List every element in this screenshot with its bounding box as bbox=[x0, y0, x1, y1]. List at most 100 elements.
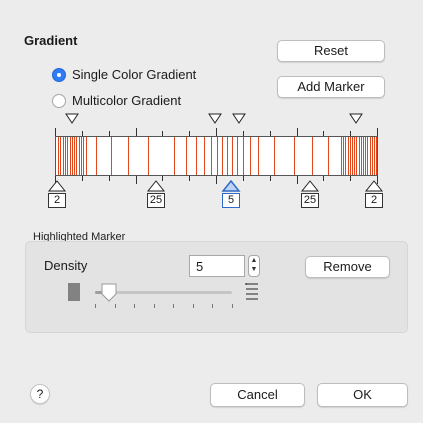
top-marker-icon[interactable] bbox=[65, 113, 79, 124]
cancel-button[interactable]: Cancel bbox=[210, 383, 305, 407]
ruler-tick bbox=[136, 176, 137, 184]
marker-triangle-icon bbox=[47, 180, 67, 192]
gradient-stripe bbox=[341, 137, 342, 175]
gradient-stripe bbox=[360, 137, 362, 175]
gradient-stripe bbox=[347, 137, 349, 175]
help-button[interactable]: ? bbox=[30, 384, 50, 404]
density-marker-selected[interactable]: 5 bbox=[221, 180, 241, 208]
gradient-stripe bbox=[250, 137, 251, 175]
gradient-stripe bbox=[374, 137, 375, 175]
slider-tick bbox=[232, 304, 233, 308]
slider-tick bbox=[134, 304, 135, 308]
remove-button[interactable]: Remove bbox=[305, 256, 390, 278]
marker-density-value: 25 bbox=[301, 193, 319, 208]
gradient-stripe bbox=[85, 137, 87, 175]
gradient-stripe bbox=[232, 137, 233, 175]
gradient-stripe bbox=[128, 137, 129, 175]
gradient-stripe bbox=[60, 137, 62, 175]
reset-button[interactable]: Reset bbox=[277, 40, 385, 62]
density-marker[interactable]: 2 bbox=[364, 180, 384, 208]
gradient-stripe bbox=[376, 137, 377, 175]
gradient-stripe bbox=[358, 137, 360, 175]
gradient-stripe bbox=[67, 137, 69, 175]
add-marker-button[interactable]: Add Marker bbox=[277, 76, 385, 98]
ruler-tick bbox=[297, 176, 298, 184]
marker-triangle-icon bbox=[364, 180, 384, 192]
gradient-stripe bbox=[174, 137, 175, 175]
top-ruler bbox=[55, 126, 378, 136]
gradient-stripe bbox=[69, 137, 71, 175]
ruler-tick bbox=[136, 128, 137, 136]
gradient-stripe bbox=[312, 137, 313, 175]
ruler-tick bbox=[216, 176, 217, 184]
ruler-tick bbox=[323, 176, 324, 181]
multicolor-gradient-option[interactable]: Multicolor Gradient bbox=[52, 93, 181, 108]
density-marker[interactable]: 25 bbox=[146, 180, 166, 208]
gradient-stripe bbox=[78, 137, 80, 175]
gradient-stripe bbox=[363, 137, 364, 175]
top-marker-icon[interactable] bbox=[208, 113, 222, 124]
gradient-stripe bbox=[371, 137, 373, 175]
gradient-stripe bbox=[369, 137, 371, 175]
density-field[interactable]: 5 bbox=[189, 255, 245, 277]
top-marker-icon[interactable] bbox=[349, 113, 363, 124]
density-stepper[interactable]: ▲ ▼ bbox=[248, 255, 260, 277]
marker-density-value: 2 bbox=[48, 193, 66, 208]
multicolor-gradient-label: Multicolor Gradient bbox=[72, 93, 182, 108]
gradient-stripe bbox=[74, 137, 76, 175]
density-slider-thumb[interactable] bbox=[100, 283, 118, 303]
sparse-lines-icon bbox=[245, 283, 258, 300]
bottom-ruler bbox=[55, 176, 378, 186]
top-marker-icon[interactable] bbox=[232, 113, 246, 124]
gradient-stripe bbox=[352, 137, 353, 175]
gradient-title: Gradient bbox=[24, 33, 78, 48]
density-marker[interactable]: 2 bbox=[47, 180, 67, 208]
slider-tick bbox=[95, 304, 96, 308]
slider-tick bbox=[193, 304, 194, 308]
gradient-stripe bbox=[211, 137, 212, 175]
gradient-stripe bbox=[274, 137, 275, 175]
gradient-stripe bbox=[64, 137, 66, 175]
gradient-stripe bbox=[227, 137, 228, 175]
ruler-tick bbox=[377, 128, 378, 136]
gradient-stripe bbox=[343, 137, 345, 175]
gradient-stripe bbox=[217, 137, 218, 175]
radio-unselected-icon bbox=[52, 93, 66, 108]
marker-density-value: 25 bbox=[147, 193, 165, 208]
gradient-stripe bbox=[62, 137, 64, 175]
gradient-stripe bbox=[222, 137, 223, 175]
gradient-stripe bbox=[81, 137, 82, 175]
gradient-stripe bbox=[356, 137, 358, 175]
gradient-stripe bbox=[354, 137, 356, 175]
gradient-stripe bbox=[186, 137, 187, 175]
gradient-stripe bbox=[83, 137, 85, 175]
gradient-stripe bbox=[76, 137, 78, 175]
radio-selected-icon bbox=[52, 67, 66, 82]
gradient-stripe bbox=[204, 137, 205, 175]
single-color-gradient-option[interactable]: Single Color Gradient bbox=[52, 67, 196, 82]
gradient-stripe bbox=[111, 137, 112, 175]
single-color-gradient-label: Single Color Gradient bbox=[72, 67, 197, 82]
gradient-stripe bbox=[349, 137, 351, 175]
ruler-tick bbox=[216, 128, 217, 136]
gradient-stripe bbox=[367, 137, 369, 175]
gradient-stripe bbox=[148, 137, 149, 175]
slider-tick bbox=[154, 304, 155, 308]
slider-tick bbox=[173, 304, 174, 308]
ruler-tick bbox=[270, 176, 271, 181]
stepper-up-icon[interactable]: ▲ bbox=[251, 257, 258, 264]
gradient-stripe bbox=[345, 137, 347, 175]
marker-density-value: 5 bbox=[222, 193, 240, 208]
gradient-stripe bbox=[243, 137, 244, 175]
stepper-down-icon[interactable]: ▼ bbox=[251, 266, 258, 273]
gradient-stripe bbox=[365, 137, 367, 175]
density-label: Density bbox=[44, 258, 88, 273]
ok-button[interactable]: OK bbox=[317, 383, 408, 407]
dense-lines-icon bbox=[68, 283, 80, 301]
gradient-bar[interactable] bbox=[55, 136, 378, 176]
marker-triangle-icon bbox=[300, 180, 320, 192]
marker-density-value: 2 bbox=[365, 193, 383, 208]
gradient-stripe bbox=[258, 137, 259, 175]
ruler-tick bbox=[350, 176, 351, 181]
density-marker[interactable]: 25 bbox=[300, 180, 320, 208]
